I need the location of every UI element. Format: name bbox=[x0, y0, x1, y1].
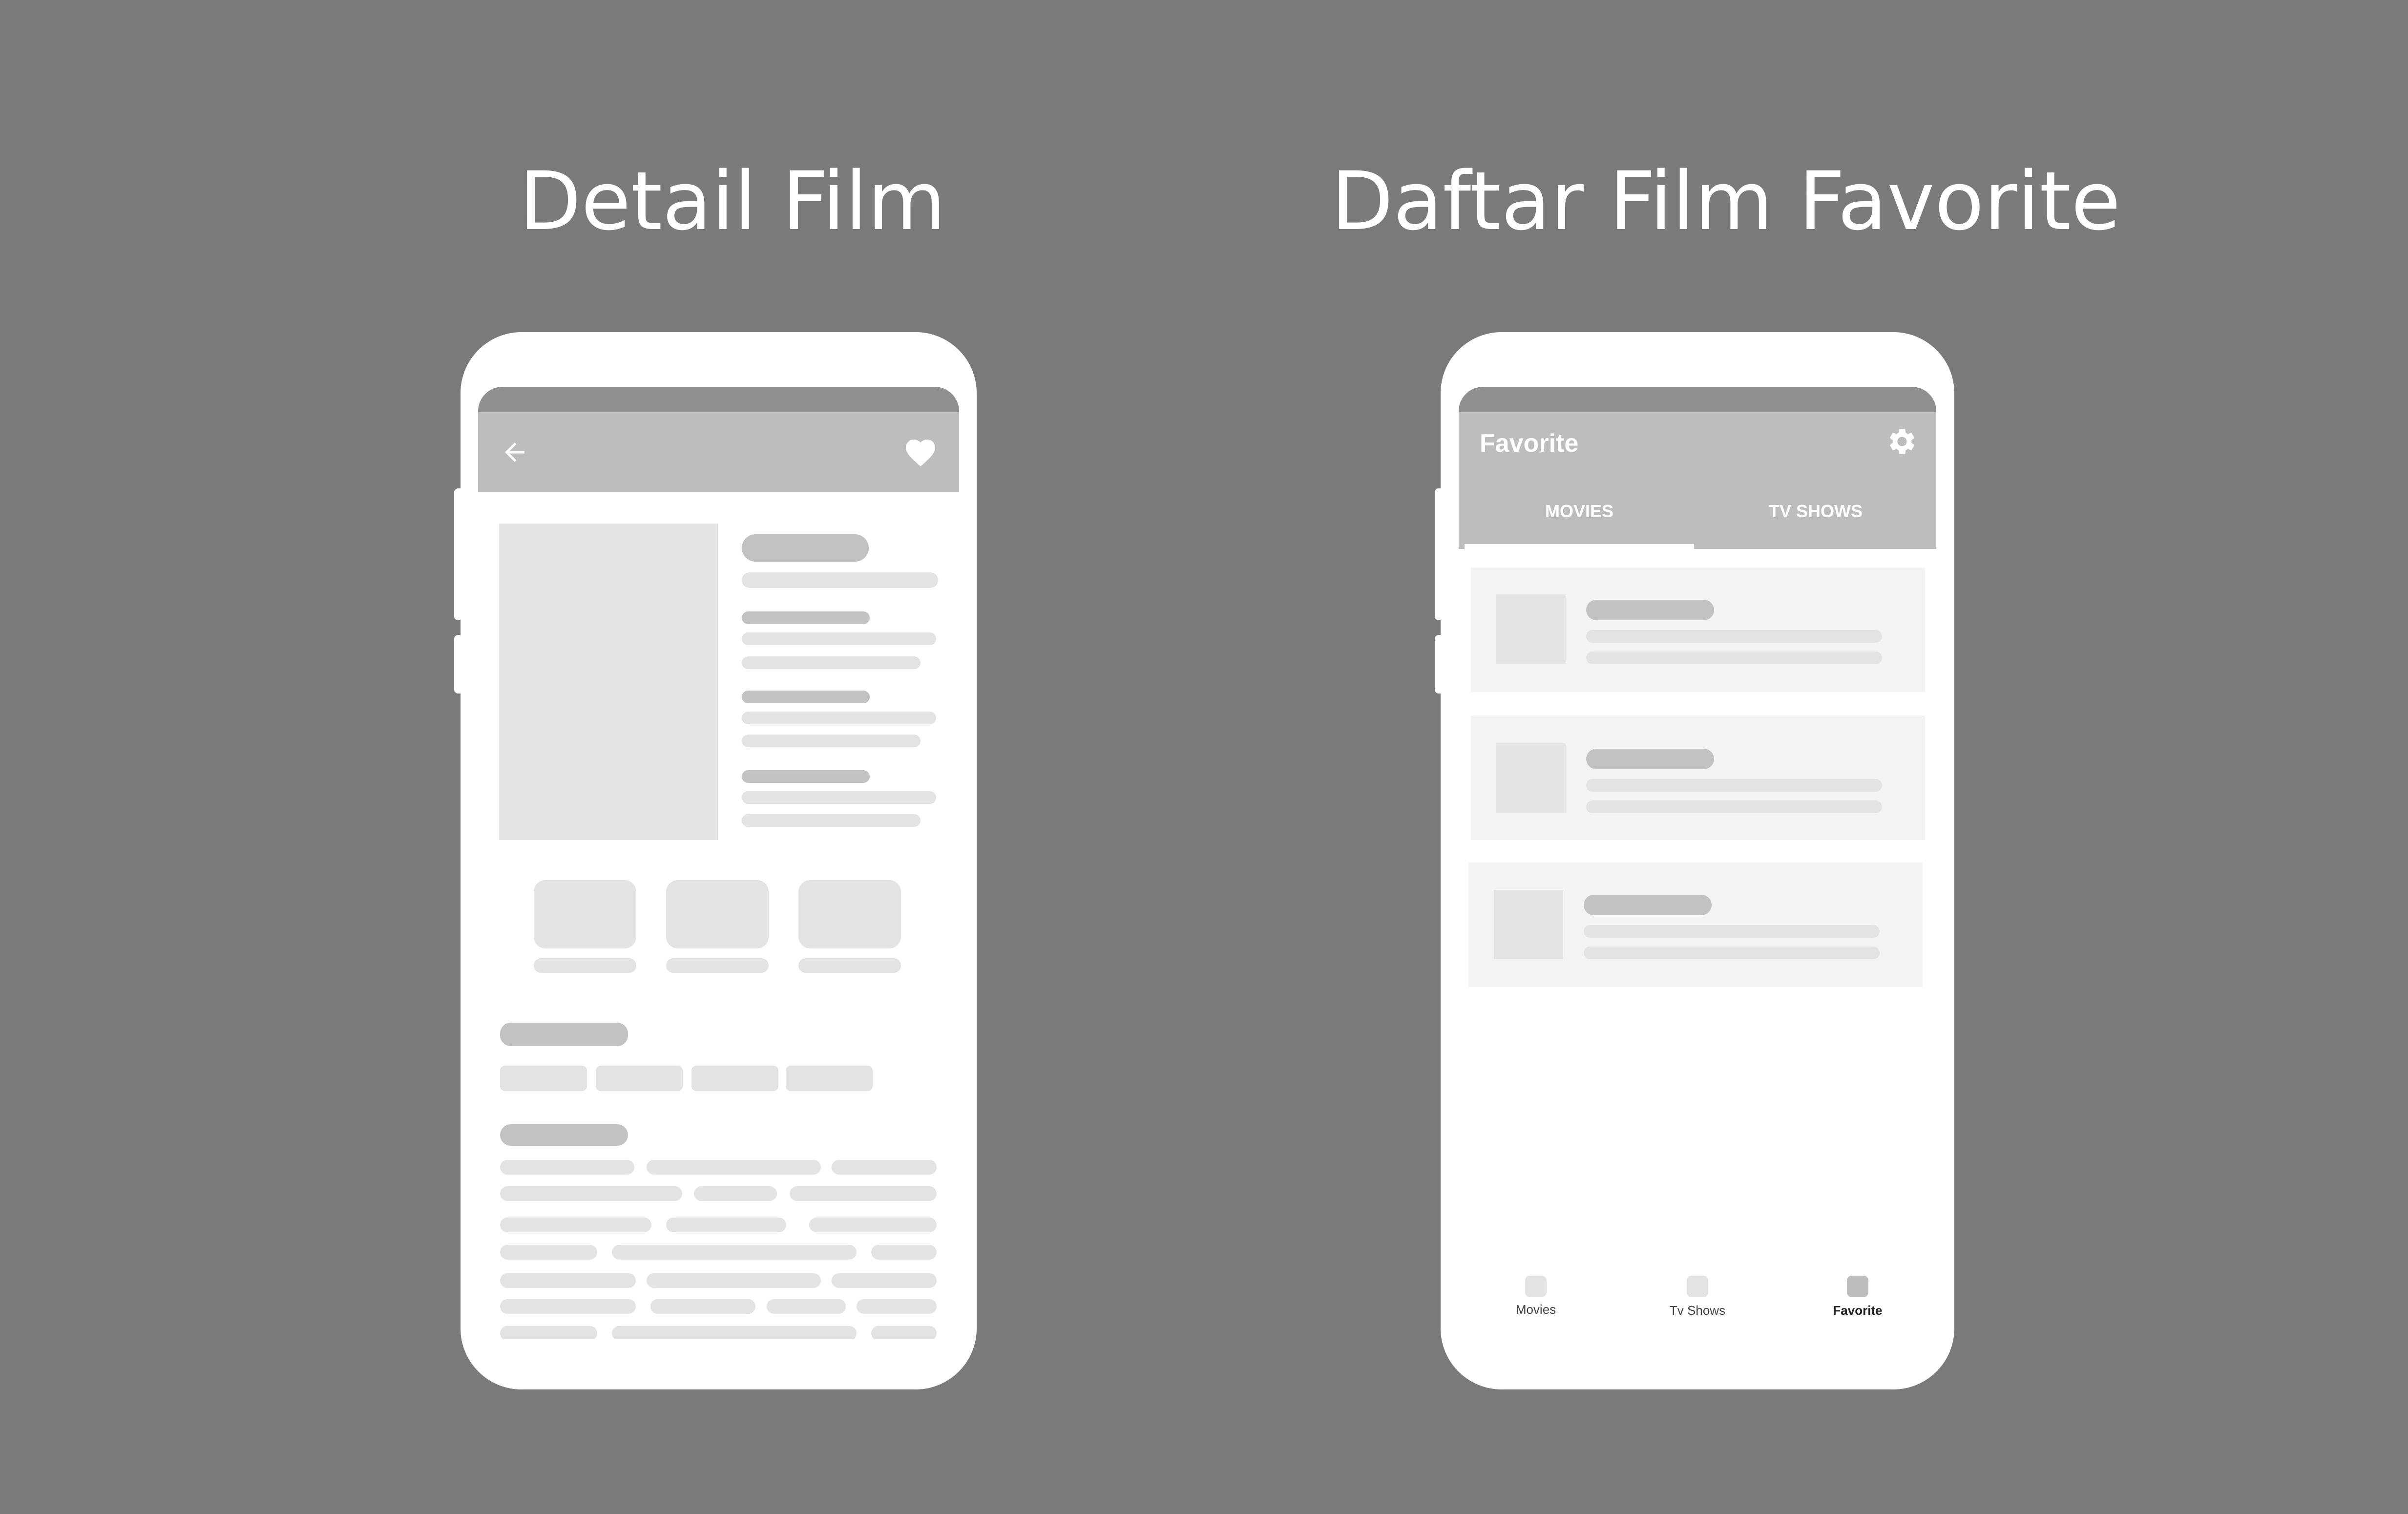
tv-shows-icon bbox=[1687, 1276, 1708, 1297]
tab-tv-shows[interactable]: TV SHOWS bbox=[1701, 490, 1930, 549]
genre-chip bbox=[786, 1066, 873, 1091]
info-line bbox=[742, 735, 921, 747]
favorite-list-item[interactable] bbox=[1468, 862, 1923, 987]
movie-title-placeholder bbox=[742, 534, 869, 562]
tab-movies-label: MOVIES bbox=[1545, 501, 1614, 521]
overview-line bbox=[612, 1245, 857, 1260]
overview-line bbox=[647, 1160, 821, 1175]
tab-movies[interactable]: MOVIES bbox=[1465, 490, 1694, 549]
item-poster-placeholder bbox=[1496, 594, 1566, 664]
cast-thumbnail[interactable] bbox=[666, 880, 769, 948]
favorite-list-item[interactable] bbox=[1471, 715, 1925, 840]
overview-line bbox=[832, 1273, 937, 1288]
overview-line bbox=[500, 1186, 682, 1201]
genre-chip bbox=[596, 1066, 683, 1091]
item-poster-placeholder bbox=[1494, 890, 1563, 959]
overview-line bbox=[612, 1326, 857, 1339]
info-line bbox=[742, 656, 921, 669]
info-line bbox=[742, 572, 938, 588]
detail-app-bar bbox=[478, 412, 959, 492]
nav-label-favorite: Favorite bbox=[1833, 1303, 1883, 1318]
overview-line bbox=[666, 1218, 786, 1232]
bottom-navigation: Movies Tv Shows Favorite bbox=[1459, 1276, 1936, 1339]
overview-line bbox=[500, 1160, 634, 1175]
item-line-placeholder bbox=[1586, 652, 1882, 664]
cast-thumbnail[interactable] bbox=[534, 880, 636, 948]
item-title-placeholder bbox=[1586, 749, 1714, 769]
overview-line bbox=[790, 1186, 937, 1201]
detail-screen bbox=[478, 387, 959, 1339]
info-label bbox=[742, 770, 870, 783]
heart-icon[interactable] bbox=[903, 435, 938, 470]
cast-thumbnail[interactable] bbox=[798, 880, 901, 948]
nav-item-tv-shows[interactable]: Tv Shows bbox=[1649, 1276, 1746, 1334]
nav-item-favorite[interactable]: Favorite bbox=[1809, 1276, 1906, 1334]
genre-chip bbox=[500, 1066, 587, 1091]
cast-name-placeholder bbox=[798, 958, 901, 973]
item-title-placeholder bbox=[1586, 600, 1714, 620]
item-line-placeholder bbox=[1584, 946, 1880, 959]
item-title-placeholder bbox=[1584, 895, 1712, 915]
nav-label-tv-shows: Tv Shows bbox=[1669, 1303, 1726, 1318]
info-line bbox=[742, 814, 921, 827]
nav-label-movies: Movies bbox=[1515, 1302, 1556, 1317]
cast-name-placeholder bbox=[534, 958, 636, 973]
nav-item-movies[interactable]: Movies bbox=[1487, 1276, 1585, 1334]
favorite-list-item[interactable] bbox=[1471, 568, 1925, 692]
item-line-placeholder bbox=[1584, 925, 1880, 938]
section-heading-placeholder bbox=[500, 1124, 628, 1146]
item-line-placeholder bbox=[1586, 630, 1882, 643]
item-line-placeholder bbox=[1586, 800, 1882, 813]
cast-name-placeholder bbox=[666, 958, 769, 973]
overview-line bbox=[857, 1299, 937, 1314]
item-line-placeholder bbox=[1586, 779, 1882, 792]
overview-line bbox=[650, 1299, 755, 1314]
poster-placeholder bbox=[499, 524, 718, 840]
overview-line bbox=[500, 1218, 651, 1232]
status-bar bbox=[1459, 387, 1936, 412]
overview-line bbox=[694, 1186, 777, 1201]
overview-line bbox=[500, 1326, 597, 1339]
tab-active-indicator bbox=[1465, 544, 1694, 549]
movies-icon bbox=[1525, 1276, 1547, 1297]
overview-line bbox=[832, 1160, 937, 1175]
info-label bbox=[742, 691, 870, 703]
status-bar bbox=[478, 387, 959, 412]
section-heading-placeholder bbox=[500, 1023, 628, 1046]
info-line bbox=[742, 791, 936, 804]
tab-tv-shows-label: TV SHOWS bbox=[1768, 501, 1863, 521]
detail-film-heading: Detail Film bbox=[519, 154, 946, 248]
info-label bbox=[742, 611, 870, 624]
overview-line bbox=[647, 1273, 821, 1288]
favorite-screen: Favorite MOVIES TV SHOWS Movies Tv Shows… bbox=[1459, 387, 1936, 1339]
favorite-list-heading: Daftar Film Favorite bbox=[1331, 154, 2121, 248]
overview-line bbox=[871, 1326, 937, 1339]
info-line bbox=[742, 632, 936, 645]
genre-chip bbox=[691, 1066, 778, 1091]
favorite-app-bar: Favorite MOVIES TV SHOWS bbox=[1459, 412, 1936, 549]
overview-line bbox=[500, 1299, 636, 1314]
overview-line bbox=[767, 1299, 846, 1314]
arrow-left-icon[interactable] bbox=[500, 438, 529, 467]
gear-icon[interactable] bbox=[1886, 426, 1918, 457]
app-bar-title: Favorite bbox=[1480, 429, 1579, 458]
info-line bbox=[742, 712, 936, 724]
item-poster-placeholder bbox=[1496, 743, 1566, 813]
overview-line bbox=[871, 1245, 937, 1260]
overview-line bbox=[500, 1273, 636, 1288]
overview-line bbox=[500, 1245, 597, 1260]
overview-line bbox=[809, 1218, 937, 1232]
favorite-nav-icon bbox=[1847, 1276, 1868, 1297]
